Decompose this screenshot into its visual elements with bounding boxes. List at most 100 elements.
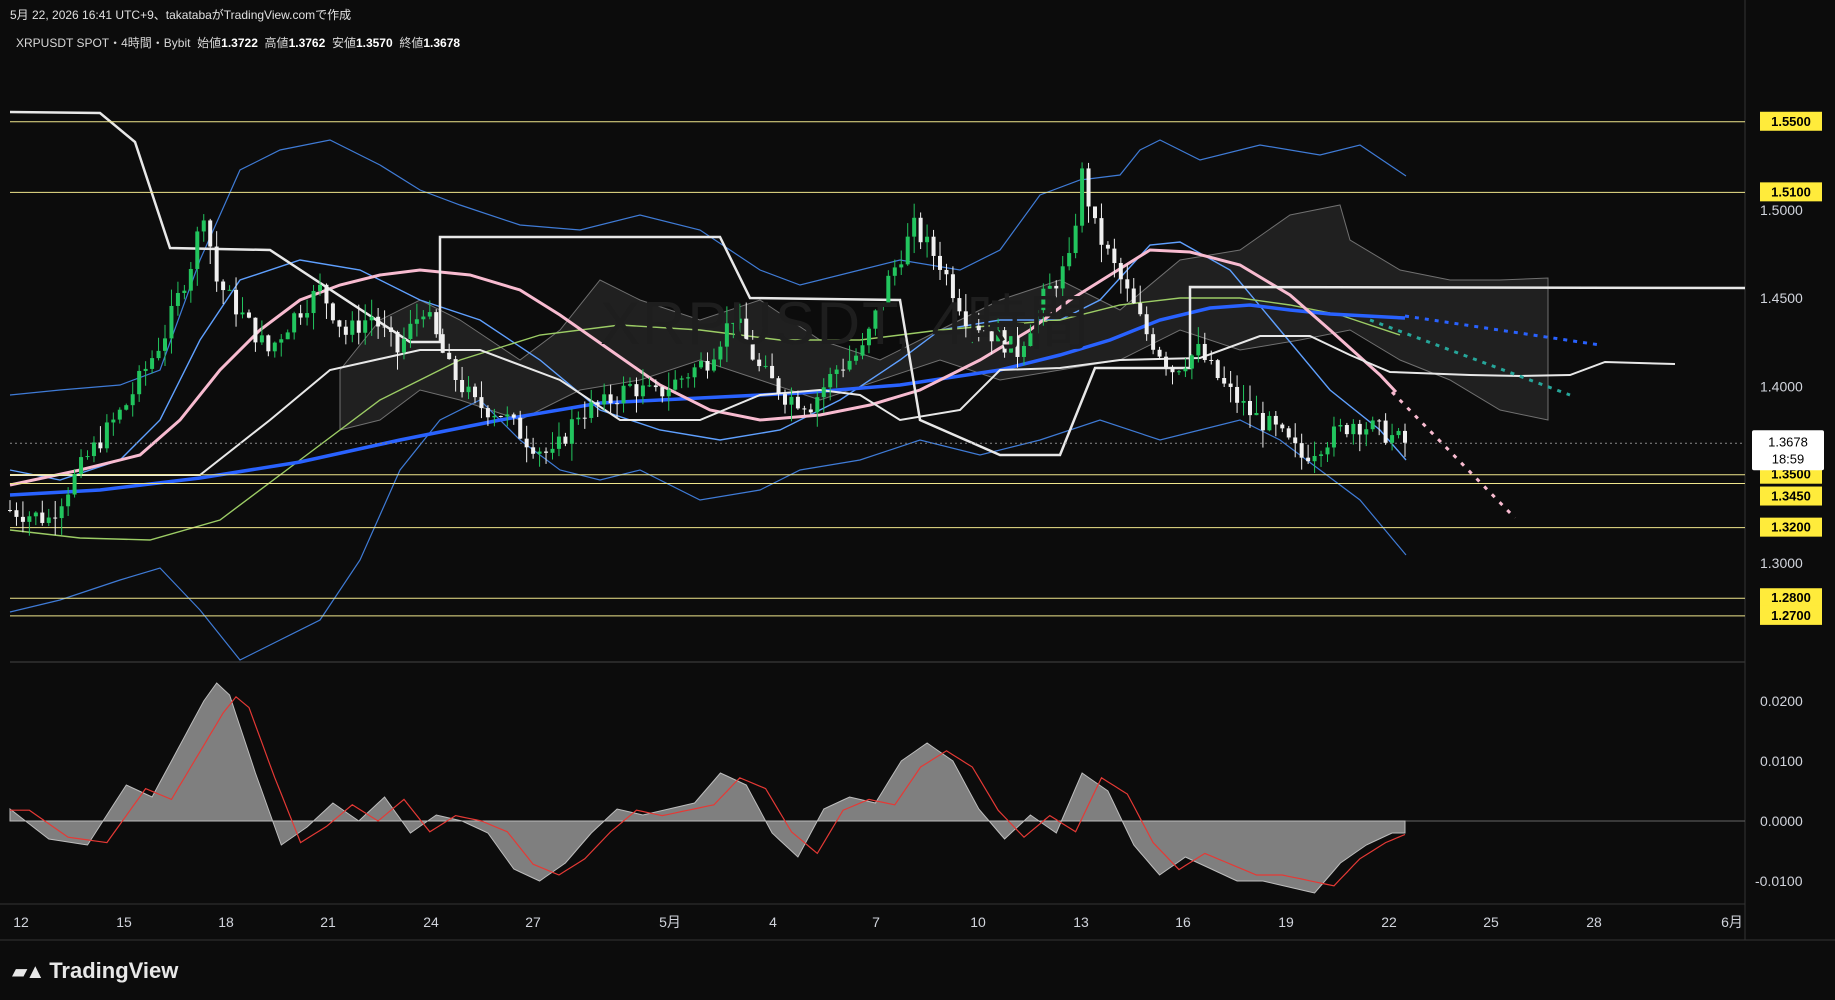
candle-body <box>298 313 303 318</box>
candle-body <box>498 416 503 418</box>
candle-body <box>550 448 555 453</box>
candle-body <box>318 284 322 291</box>
candle-body <box>466 386 471 393</box>
level-tag-label: 1.3450 <box>1771 489 1811 504</box>
countdown-label: 18:59 <box>1772 451 1805 466</box>
candle-body <box>1183 368 1188 372</box>
candle-body <box>1093 206 1097 219</box>
candle-body <box>589 402 594 418</box>
candle-body <box>918 217 923 243</box>
price-tick-label: 1.5000 <box>1760 202 1803 218</box>
candle-body <box>182 290 187 293</box>
candle-body <box>563 436 568 444</box>
candle-body <box>356 320 361 333</box>
low-label: 安値 <box>331 36 356 50</box>
candle-body <box>214 246 219 282</box>
candle-body <box>576 417 581 420</box>
candle-body <box>266 335 271 352</box>
candle-body <box>427 312 432 317</box>
candle-body <box>485 408 490 418</box>
price-chart[interactable]: 1.55001.51001.35001.34501.32001.28001.27… <box>0 0 1835 1000</box>
candle-body <box>569 419 574 444</box>
candle-body <box>1273 415 1278 425</box>
candle-body <box>117 409 122 420</box>
time-tick-label: 22 <box>1381 914 1397 930</box>
candle-body <box>234 289 239 315</box>
candle-body <box>808 409 813 413</box>
candle-body <box>905 236 910 265</box>
candle-body <box>673 379 678 390</box>
candle-body <box>1331 426 1336 448</box>
time-tick-label: 12 <box>13 914 29 930</box>
time-tick-label: 7 <box>872 914 880 930</box>
oscillator-tick-label: -0.0100 <box>1755 873 1803 889</box>
candle-body <box>350 320 355 335</box>
time-axis[interactable]: 12 15 18 21 24 27 5月 4 7 10 13 16 19 22 25 28 6月 <box>13 914 1743 930</box>
candle-body <box>259 335 264 343</box>
candle-body <box>1131 288 1136 304</box>
candle-body <box>20 516 25 522</box>
time-tick-label: 19 <box>1278 914 1294 930</box>
candle-body <box>447 352 452 360</box>
candle-body <box>14 510 19 517</box>
candle-body <box>1073 225 1078 254</box>
candle-body <box>1080 168 1085 226</box>
candle-body <box>305 313 310 318</box>
candle-body <box>285 332 290 340</box>
candle-body <box>195 231 200 269</box>
candle-body <box>473 386 477 398</box>
time-tick-label: 5月 <box>659 914 681 930</box>
candle-body <box>188 268 193 291</box>
candle-body <box>1364 429 1369 435</box>
time-tick-label: 15 <box>116 914 132 930</box>
oscillator-pane <box>9 682 1745 894</box>
candle-body <box>124 405 129 410</box>
candle-body <box>137 370 142 395</box>
time-tick-label: 10 <box>970 914 986 930</box>
candle-body <box>776 378 781 395</box>
candle-body <box>1286 428 1291 438</box>
candle-body <box>376 316 381 327</box>
candle-body <box>272 342 277 352</box>
candle-body <box>421 316 426 320</box>
candle-body <box>1338 425 1343 427</box>
oscillator-tick-label: 0.0000 <box>1760 813 1803 829</box>
candle-body <box>150 358 155 369</box>
candle-body <box>408 323 413 339</box>
candle-body <box>1351 423 1356 435</box>
candle-body <box>518 417 523 439</box>
candle-body <box>653 385 658 388</box>
price-tick-label: 1.4500 <box>1760 290 1803 306</box>
candle-body <box>1138 303 1143 315</box>
candle-body <box>240 312 245 315</box>
symbol-label: XRPUSDT SPOT・4時間・Bybit <box>16 36 191 50</box>
candle-body <box>1306 457 1311 462</box>
candle-body <box>602 394 607 405</box>
candle-body <box>679 378 684 380</box>
candle-body <box>556 436 561 449</box>
candle-body <box>692 367 697 378</box>
candle-body <box>1202 343 1207 360</box>
candle-body <box>382 326 387 328</box>
candle-body <box>544 451 549 453</box>
candle-body <box>531 447 536 454</box>
candle-body <box>1222 378 1227 384</box>
candle-body <box>1125 279 1130 289</box>
candle-body <box>841 369 846 371</box>
candle-body <box>931 236 936 256</box>
low-value: 1.3570 <box>355 36 393 50</box>
tradingview-brand[interactable]: ▰▲ TradingView <box>12 958 178 984</box>
candle-body <box>79 457 84 475</box>
level-tag-label: 1.5100 <box>1771 184 1811 199</box>
price-axis[interactable]: 1.3678 18:59 1.5000 1.4500 1.4000 1.3000 0.020… <box>1752 202 1824 889</box>
candle-body <box>72 474 77 495</box>
candle-body <box>1176 371 1181 373</box>
candle-body <box>104 422 109 449</box>
candle-body <box>169 305 174 339</box>
candle-body <box>111 419 116 423</box>
candle-body <box>847 360 852 370</box>
candle-body <box>1260 412 1265 431</box>
candle-body <box>524 438 529 448</box>
candle-body <box>311 290 316 314</box>
candle-body <box>834 369 839 375</box>
